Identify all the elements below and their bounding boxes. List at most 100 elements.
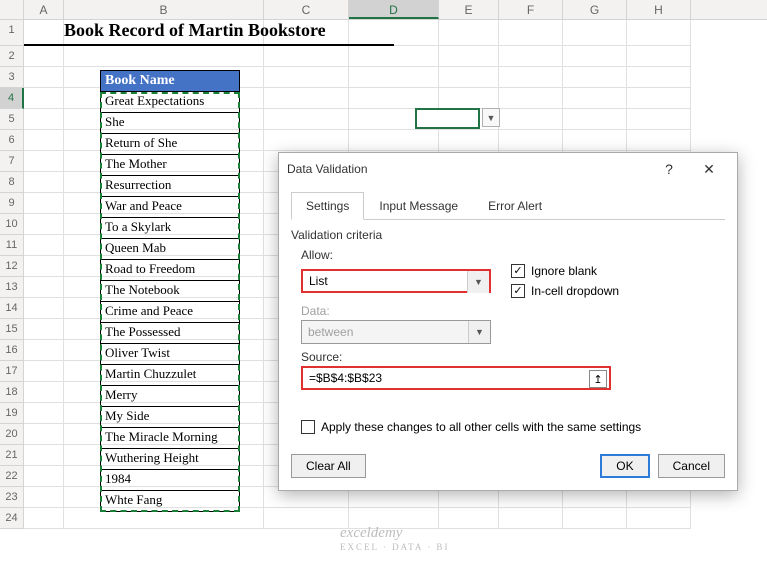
cell[interactable] — [499, 88, 563, 109]
cell[interactable] — [627, 508, 691, 529]
cell[interactable] — [64, 46, 264, 67]
book-item[interactable]: Oliver Twist — [100, 344, 240, 365]
row-header-11[interactable]: 11 — [0, 235, 24, 256]
book-item[interactable]: Merry — [100, 386, 240, 407]
book-item[interactable]: War and Peace — [100, 197, 240, 218]
cell[interactable] — [499, 130, 563, 151]
book-item[interactable]: Martin Chuzzulet — [100, 365, 240, 386]
cell[interactable] — [563, 20, 627, 46]
cell[interactable] — [24, 466, 64, 487]
cell[interactable] — [24, 193, 64, 214]
book-item[interactable]: 1984 — [100, 470, 240, 491]
cell[interactable] — [563, 508, 627, 529]
row-header-6[interactable]: 6 — [0, 130, 24, 151]
cell[interactable] — [264, 508, 349, 529]
book-item[interactable]: The Possessed — [100, 323, 240, 344]
cancel-button[interactable]: Cancel — [658, 454, 725, 478]
close-button[interactable]: ✕ — [689, 154, 729, 184]
clear-all-button[interactable]: Clear All — [291, 454, 366, 478]
book-item[interactable]: Whte Fang — [100, 491, 240, 512]
row-header-3[interactable]: 3 — [0, 67, 24, 88]
ignore-blank-checkbox[interactable]: ✓ Ignore blank — [511, 264, 619, 278]
cell[interactable] — [349, 88, 439, 109]
cell[interactable] — [499, 109, 563, 130]
cell[interactable] — [627, 67, 691, 88]
book-item[interactable]: Road to Freedom — [100, 260, 240, 281]
ok-button[interactable]: OK — [600, 454, 649, 478]
book-item[interactable]: Wuthering Height — [100, 449, 240, 470]
cell[interactable] — [24, 151, 64, 172]
book-table-header[interactable]: Book Name — [100, 70, 240, 92]
book-item[interactable]: Crime and Peace — [100, 302, 240, 323]
row-header-21[interactable]: 21 — [0, 445, 24, 466]
row-header-16[interactable]: 16 — [0, 340, 24, 361]
row-header-20[interactable]: 20 — [0, 424, 24, 445]
col-header-e[interactable]: E — [439, 0, 499, 19]
cell[interactable] — [563, 130, 627, 151]
row-header-1[interactable]: 1 — [0, 20, 24, 46]
cell[interactable] — [627, 109, 691, 130]
row-header-9[interactable]: 9 — [0, 193, 24, 214]
cell[interactable] — [24, 487, 64, 508]
book-item[interactable]: Great Expectations — [100, 92, 240, 113]
col-header-f[interactable]: F — [499, 0, 563, 19]
row-header-14[interactable]: 14 — [0, 298, 24, 319]
tab-error-alert[interactable]: Error Alert — [473, 192, 557, 220]
cell[interactable] — [349, 130, 439, 151]
cell[interactable] — [563, 88, 627, 109]
col-header-h[interactable]: H — [627, 0, 691, 19]
cell[interactable] — [439, 46, 499, 67]
cell[interactable] — [563, 46, 627, 67]
cell[interactable] — [24, 256, 64, 277]
row-header-23[interactable]: 23 — [0, 487, 24, 508]
cell[interactable] — [24, 88, 64, 109]
book-item[interactable]: My Side — [100, 407, 240, 428]
cell[interactable] — [24, 235, 64, 256]
col-header-a[interactable]: A — [24, 0, 64, 19]
cell[interactable] — [24, 319, 64, 340]
cell[interactable] — [24, 20, 64, 46]
select-all-corner[interactable] — [0, 0, 24, 19]
cell[interactable] — [439, 20, 499, 46]
dropdown-handle-icon[interactable]: ▼ — [482, 108, 500, 127]
cell[interactable] — [627, 88, 691, 109]
book-item[interactable]: Return of She — [100, 134, 240, 155]
row-header-19[interactable]: 19 — [0, 403, 24, 424]
row-header-22[interactable]: 22 — [0, 466, 24, 487]
row-header-4[interactable]: 4 — [0, 88, 24, 109]
cell[interactable] — [349, 67, 439, 88]
row-header-24[interactable]: 24 — [0, 508, 24, 529]
cell[interactable] — [264, 109, 349, 130]
active-cell-d4[interactable] — [415, 108, 480, 129]
apply-all-checkbox[interactable]: Apply these changes to all other cells w… — [301, 420, 641, 434]
col-header-c[interactable]: C — [264, 0, 349, 19]
cell[interactable] — [264, 46, 349, 67]
row-header-10[interactable]: 10 — [0, 214, 24, 235]
row-header-5[interactable]: 5 — [0, 109, 24, 130]
cell[interactable] — [24, 214, 64, 235]
cell[interactable] — [24, 508, 64, 529]
row-header-17[interactable]: 17 — [0, 361, 24, 382]
col-header-b[interactable]: B — [64, 0, 264, 19]
book-item[interactable]: The Miracle Morning — [100, 428, 240, 449]
book-item[interactable]: She — [100, 113, 240, 134]
help-button[interactable]: ? — [649, 154, 689, 184]
cell[interactable] — [563, 109, 627, 130]
cell[interactable] — [24, 361, 64, 382]
cell[interactable] — [264, 88, 349, 109]
row-header-2[interactable]: 2 — [0, 46, 24, 67]
cell[interactable] — [499, 46, 563, 67]
cell[interactable] — [24, 340, 64, 361]
tab-settings[interactable]: Settings — [291, 192, 364, 220]
cell[interactable] — [499, 67, 563, 88]
book-item[interactable]: The Mother — [100, 155, 240, 176]
cell[interactable] — [24, 172, 64, 193]
cell[interactable] — [24, 382, 64, 403]
dialog-titlebar[interactable]: Data Validation ? ✕ — [279, 153, 737, 185]
cell[interactable] — [439, 88, 499, 109]
cell[interactable] — [24, 424, 64, 445]
allow-dropdown[interactable]: List ▼ — [301, 269, 491, 293]
cell[interactable] — [439, 130, 499, 151]
incell-dropdown-checkbox[interactable]: ✓ In-cell dropdown — [511, 284, 619, 298]
row-header-7[interactable]: 7 — [0, 151, 24, 172]
